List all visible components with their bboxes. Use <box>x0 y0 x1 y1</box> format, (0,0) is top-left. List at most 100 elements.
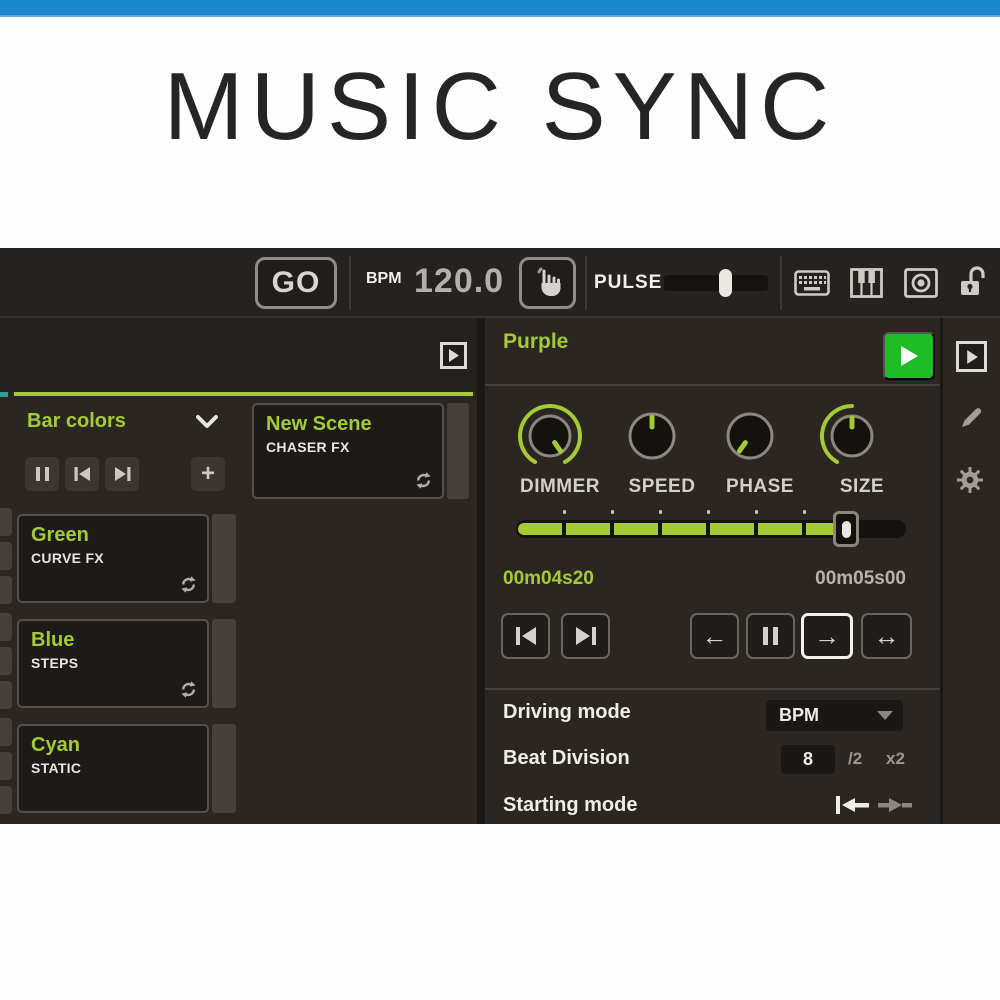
edge-tab <box>0 718 12 746</box>
go-to-start-button[interactable] <box>501 613 550 659</box>
tap-tempo-button[interactable] <box>519 257 576 309</box>
page-title: MUSIC SYNC <box>0 52 1000 162</box>
time-total: 00m05s00 <box>760 568 906 590</box>
pulse-slider[interactable] <box>664 275 768 291</box>
bank-title[interactable]: Bar colors <box>27 410 126 433</box>
play-forward-button[interactable]: → <box>801 613 853 659</box>
add-scene-button[interactable]: + <box>191 457 225 491</box>
go-button[interactable]: GO <box>255 257 337 309</box>
time-elapsed: 00m04s20 <box>503 568 594 590</box>
preview-player-icon[interactable] <box>956 341 987 372</box>
scene-type: CURVE FX <box>31 550 207 566</box>
bpm-value[interactable]: 120.0 <box>414 262 504 301</box>
driving-mode-dropdown[interactable]: BPM <box>766 700 903 731</box>
scene-handle[interactable] <box>212 619 236 708</box>
dimmer-knob[interactable]: DIMMER <box>512 398 608 498</box>
scene-name: Cyan <box>31 734 207 757</box>
skip-back-icon <box>74 467 91 481</box>
knob-label: SPEED <box>614 476 710 498</box>
arrow-right-icon: → <box>814 621 840 652</box>
scene-bank-header <box>0 318 477 392</box>
ping-pong-button[interactable]: ↔ <box>861 613 912 659</box>
pause-icon <box>763 627 778 645</box>
scene-name: Green <box>31 524 207 547</box>
beat-division-label: Beat Division <box>503 747 630 770</box>
driving-mode-label: Driving mode <box>503 701 631 724</box>
unlock-icon[interactable] <box>958 265 988 299</box>
play-button[interactable] <box>883 332 935 380</box>
timeline-segment <box>614 523 658 535</box>
halve-button[interactable]: /2 <box>848 749 862 769</box>
scene-handle[interactable] <box>212 514 236 603</box>
panel-divider <box>940 318 943 824</box>
pause-icon <box>36 467 49 481</box>
panel-divider <box>477 318 485 824</box>
driving-mode-value: BPM <box>779 705 877 726</box>
active-scene-name: Purple <box>503 330 568 354</box>
promo-image: MUSIC SYNC GO BPM 120.0 <box>0 0 1000 1000</box>
timeline-segment <box>710 523 754 535</box>
divider <box>485 384 940 386</box>
edge-tab <box>0 508 12 536</box>
loop-icon[interactable] <box>179 575 198 594</box>
size-knob[interactable]: SIZE <box>814 398 910 498</box>
bank-next-button[interactable] <box>105 457 139 491</box>
phase-knob[interactable]: PHASE <box>712 398 808 498</box>
chevron-down-icon[interactable] <box>196 414 218 429</box>
scene-handle[interactable] <box>447 403 469 499</box>
bank-previous-button[interactable] <box>65 457 99 491</box>
edge-tab <box>0 786 12 814</box>
scene-card-cyan[interactable]: Cyan STATIC <box>17 724 209 813</box>
divider <box>485 688 940 690</box>
settings-gear-icon[interactable] <box>956 466 984 494</box>
edge-tab <box>0 576 12 604</box>
start-from-position-icon[interactable] <box>878 794 912 816</box>
timeline-segment <box>662 523 706 535</box>
toolbar: GO BPM 120.0 PULSE <box>0 248 1000 318</box>
keyboard-icon[interactable] <box>794 270 830 296</box>
edge-tab <box>0 647 12 675</box>
knob-label: SIZE <box>814 476 910 498</box>
active-bank-underline <box>14 392 473 396</box>
bank-pause-button[interactable] <box>25 457 59 491</box>
timeline-tick <box>611 510 614 514</box>
edit-pencil-icon[interactable] <box>958 404 985 431</box>
camera-icon[interactable] <box>904 268 938 298</box>
open-player-icon[interactable] <box>440 342 467 369</box>
pulse-slider-thumb[interactable] <box>719 269 732 297</box>
app-window: GO BPM 120.0 PULSE <box>0 248 1000 824</box>
pause-button[interactable] <box>746 613 795 659</box>
scene-card-new-scene[interactable]: New Scene CHASER FX <box>252 403 444 499</box>
knob-label: DIMMER <box>512 476 608 498</box>
scene-card-green[interactable]: Green CURVE FX <box>17 514 209 603</box>
toolbar-separator <box>780 256 782 310</box>
scene-card-blue[interactable]: Blue STEPS <box>17 619 209 708</box>
bank-progress-chip <box>0 392 8 397</box>
skip-back-icon <box>515 627 537 645</box>
start-from-beginning-icon[interactable] <box>836 794 870 816</box>
toolbar-separator <box>349 256 351 310</box>
speed-knob[interactable]: SPEED <box>614 398 710 498</box>
knob-label: PHASE <box>712 476 808 498</box>
arrow-both-icon: ↔ <box>874 621 900 652</box>
starting-mode-label: Starting mode <box>503 794 637 817</box>
loop-icon[interactable] <box>179 680 198 699</box>
pulse-label: PULSE <box>594 272 662 294</box>
arrow-left-icon: ← <box>702 621 728 652</box>
bpm-label: BPM <box>366 270 402 288</box>
piano-icon[interactable] <box>850 268 883 298</box>
play-backward-button[interactable]: ← <box>690 613 739 659</box>
timeline-tick <box>659 510 662 514</box>
edge-tab <box>0 613 12 641</box>
double-button[interactable]: x2 <box>886 749 905 769</box>
beat-division-value[interactable]: 8 <box>781 745 835 774</box>
timeline-thumb[interactable] <box>833 511 859 547</box>
scene-handle[interactable] <box>212 724 236 813</box>
timeline-slider[interactable] <box>516 520 906 538</box>
timeline-tick <box>563 510 566 514</box>
loop-icon[interactable] <box>414 471 433 490</box>
play-icon <box>898 344 920 368</box>
scene-type: STATIC <box>31 760 207 776</box>
go-to-end-button[interactable] <box>561 613 610 659</box>
edge-tab <box>0 542 12 570</box>
